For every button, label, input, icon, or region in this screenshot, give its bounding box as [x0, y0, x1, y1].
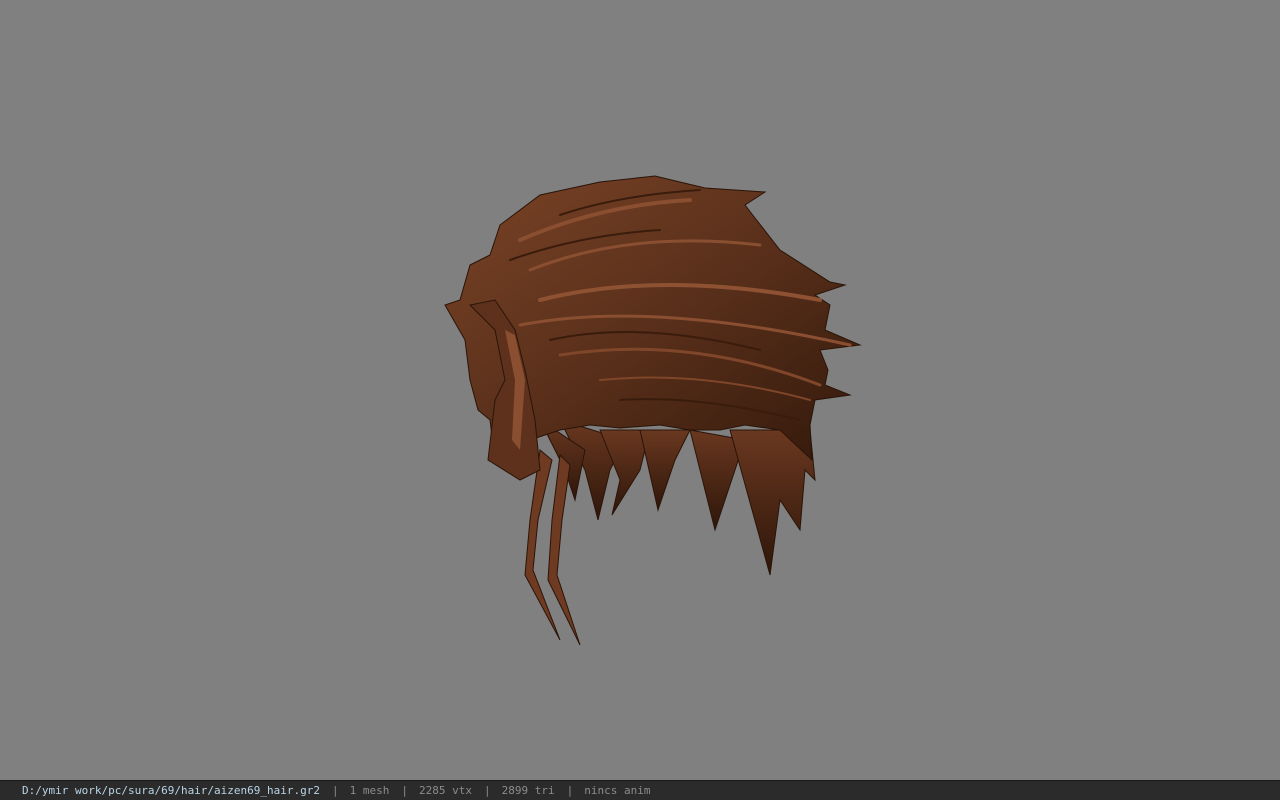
3d-viewport[interactable]	[0, 0, 1280, 780]
vertex-count: 2285 vtx	[419, 784, 472, 797]
hair-model	[444, 175, 862, 646]
animation-status: nincs anim	[584, 784, 651, 797]
separator: |	[401, 784, 409, 797]
separator: |	[332, 784, 339, 797]
triangle-count: 2899 tri	[501, 784, 555, 797]
separator: |	[484, 784, 491, 797]
separator: |	[566, 784, 574, 797]
status-bar: D:/ymir work/pc/sura/69/hair/aizen69_hai…	[0, 780, 1280, 800]
hair-lower-spikes	[538, 418, 816, 576]
file-path: D:/ymir work/pc/sura/69/hair/aizen69_hai…	[22, 784, 321, 797]
mesh-count: 1 mesh	[349, 784, 390, 797]
